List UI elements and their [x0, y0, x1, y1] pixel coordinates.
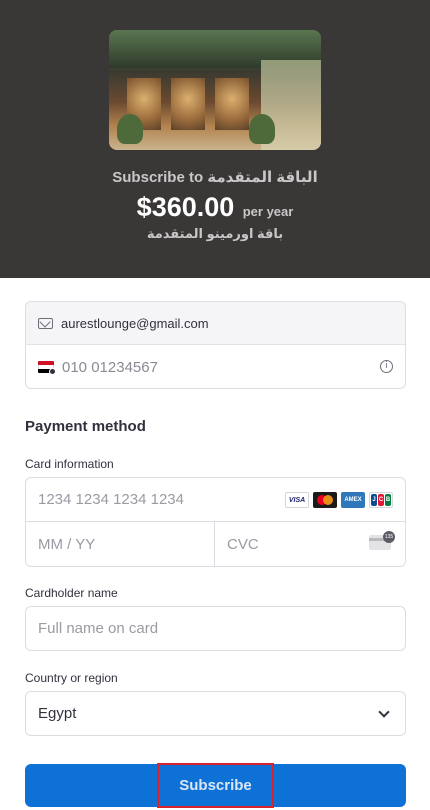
phone-input[interactable]: 010 01234567 i [26, 345, 405, 388]
product-image [109, 30, 321, 150]
email-value: aurestlounge@gmail.com [61, 315, 209, 331]
expiry-input[interactable]: MM / YY [26, 522, 215, 566]
email-field[interactable]: aurestlounge@gmail.com [26, 302, 405, 345]
card-information-label: Card information [25, 457, 114, 471]
contact-info-box: aurestlounge@gmail.com 010 01234567 i [25, 301, 406, 389]
expiry-placeholder: MM / YY [38, 535, 96, 553]
price-row: $360.00 per year [0, 192, 430, 223]
cvc-placeholder: CVC [227, 535, 259, 553]
checkout-header: Subscribe to الباقة المتقدمة $360.00 per… [0, 0, 430, 278]
price-amount: $360.00 [136, 192, 235, 222]
cardholder-name-label: Cardholder name [25, 586, 118, 600]
info-icon[interactable]: i [380, 360, 393, 373]
product-description: باقة اورمينو المتقدمة [146, 226, 284, 241]
phone-placeholder: 010 01234567 [62, 358, 158, 376]
payment-method-title: Payment method [25, 418, 146, 435]
mail-icon [38, 317, 53, 329]
subscribe-title: Subscribe to الباقة المتقدمة [112, 169, 318, 186]
subscribe-label: Subscribe [179, 777, 252, 794]
cardholder-placeholder: Full name on card [38, 620, 159, 637]
jcb-icon: J C B [369, 492, 393, 508]
cvc-card-icon: 135 [369, 531, 395, 550]
cardholder-name-input[interactable]: Full name on card [25, 606, 406, 651]
card-number-placeholder: 1234 1234 1234 1234 [38, 491, 184, 508]
amex-icon: AMEX [341, 492, 365, 508]
flag-dropdown-badge-icon [49, 368, 56, 375]
country-select[interactable]: Egypt [25, 691, 406, 736]
subscribe-button[interactable]: Subscribe [25, 764, 406, 807]
chevron-down-icon [378, 706, 390, 718]
card-information-box: 1234 1234 1234 1234 VISA AMEX J C B MM /… [25, 477, 406, 567]
visa-icon: VISA [285, 492, 309, 508]
mastercard-icon [313, 492, 337, 508]
price-period: per year [242, 204, 294, 219]
country-label: Country or region [25, 671, 118, 685]
card-number-input[interactable]: 1234 1234 1234 1234 VISA AMEX J C B [26, 478, 405, 522]
country-value: Egypt [38, 705, 77, 722]
cvc-input[interactable]: CVC 135 [215, 522, 405, 566]
card-brands: VISA AMEX J C B [285, 492, 393, 508]
